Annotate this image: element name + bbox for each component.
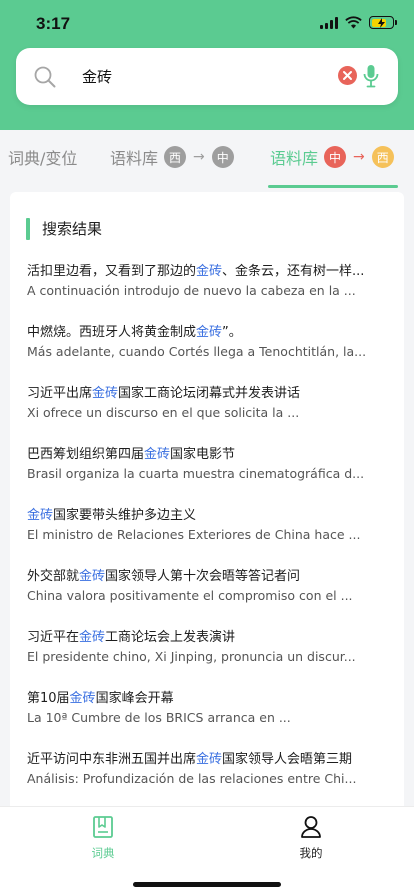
tab-dictionary-label: 词典/变位: [8, 149, 78, 168]
result-chinese: 习近平在金砖工商论坛会上发表演讲: [27, 630, 236, 645]
nav-mine[interactable]: 我的: [266, 815, 356, 861]
tab-corpus-zh-es[interactable]: 语料库 中 → 西: [270, 145, 398, 169]
result-chinese: 中燃烧。西班牙人将黄金制成金砖”。: [27, 325, 242, 340]
nav-dictionary-label: 词典: [91, 846, 115, 860]
list-item[interactable]: 第10届金砖国家峰会开幕 La 10ª Cumbre de los BRICS …: [27, 689, 383, 750]
active-tab-indicator: [268, 185, 398, 188]
tab-corpus-es-zh-label: 语料库: [110, 149, 159, 168]
tab-corpus-zh-es-label: 语料库: [270, 149, 319, 168]
cellular-signal-icon: [320, 16, 338, 29]
result-chinese: 金砖国家要带头维护多边主义: [27, 508, 197, 523]
result-spanish: La 10ª Cumbre de los BRICS arranca en ..…: [27, 710, 291, 725]
list-item[interactable]: 中燃烧。西班牙人将黄金制成金砖”。 Más adelante, cuando C…: [27, 323, 383, 384]
home-indicator: [133, 882, 281, 887]
user-icon: [301, 816, 321, 838]
result-chinese: 外交部就金砖国家领导人第十次会晤等答记者问: [27, 569, 301, 584]
nav-dictionary[interactable]: 词典: [58, 815, 148, 861]
status-bar: 3:17: [0, 0, 414, 50]
microphone-icon[interactable]: [362, 64, 380, 88]
result-chinese: 第10届金砖国家峰会开幕: [27, 691, 174, 706]
tab-bar: 词典/变位 语料库 西 → 中 语料库 中 → 西: [0, 130, 414, 187]
search-box[interactable]: 金砖: [16, 48, 398, 105]
wifi-icon: [345, 16, 362, 29]
result-chinese: 习近平出席金砖国家工商论坛闭幕式并发表讲话: [27, 386, 301, 401]
header: 3:17 金砖: [0, 0, 414, 130]
result-spanish: Xi ofrece un discurso en el que solicita…: [27, 405, 300, 420]
status-time: 3:17: [36, 14, 71, 33]
result-chinese: 活扣里边看，又看到了那边的金砖、金条云，还有树一样...: [27, 264, 365, 279]
badge-chinese: 中: [324, 146, 347, 168]
badge-chinese: 中: [211, 146, 234, 168]
list-item[interactable]: 近平访问中东非洲五国并出席金砖国家领导人会晤第三期 Análisis: Prof…: [27, 750, 383, 811]
result-spanish: Análisis: Profundización de las relacion…: [27, 771, 357, 786]
section-accent-bar: [26, 218, 30, 240]
result-spanish: Más adelante, cuando Cortés llega a Teno…: [27, 344, 367, 359]
book-icon: [93, 816, 113, 838]
list-item[interactable]: 习近平在金砖工商论坛会上发表演讲 El presidente chino, Xi…: [27, 628, 383, 689]
section-title: 搜索结果: [42, 220, 103, 238]
results-card: 搜索结果 活扣里边看，又看到了那边的金砖、金条云，还有树一样... A cont…: [10, 192, 404, 812]
search-input[interactable]: 金砖: [82, 66, 112, 87]
result-spanish: China valora positivamente el compromiso…: [27, 588, 353, 603]
result-spanish: El presidente chino, Xi Jinping, pronunc…: [27, 649, 356, 664]
result-spanish: A continuación introdujo de nuevo la cab…: [27, 283, 356, 298]
list-item[interactable]: 金砖国家要带头维护多边主义 El ministro de Relaciones …: [27, 506, 383, 567]
status-icons: [320, 16, 397, 29]
badge-spanish: 西: [164, 146, 187, 168]
list-item[interactable]: 外交部就金砖国家领导人第十次会晤等答记者问 China valora posit…: [27, 567, 383, 628]
arrow-right-icon: →: [193, 149, 205, 165]
search-icon: [34, 66, 56, 88]
clear-icon[interactable]: [338, 66, 357, 85]
list-item[interactable]: 巴西筹划组织第四届金砖国家电影节 Brasil organiza la cuar…: [27, 445, 383, 506]
list-item[interactable]: 习近平出席金砖国家工商论坛闭幕式并发表讲话 Xi ofrece un discu…: [27, 384, 383, 445]
results-list: 活扣里边看，又看到了那边的金砖、金条云，还有树一样... A continuac…: [27, 262, 383, 811]
tab-corpus-es-zh[interactable]: 语料库 西 → 中: [110, 145, 238, 169]
tab-dictionary[interactable]: 词典/变位: [8, 145, 77, 169]
result-spanish: El ministro de Relaciones Exteriores de …: [27, 527, 361, 542]
list-item[interactable]: 活扣里边看，又看到了那边的金砖、金条云，还有树一样... A continuac…: [27, 262, 383, 323]
result-chinese: 巴西筹划组织第四届金砖国家电影节: [27, 447, 236, 462]
result-spanish: Brasil organiza la cuarta muestra cinema…: [27, 466, 365, 481]
arrow-right-icon: →: [353, 149, 365, 165]
result-chinese: 近平访问中东非洲五国并出席金砖国家领导人会晤第三期: [27, 752, 353, 767]
nav-mine-label: 我的: [299, 846, 323, 860]
battery-icon: [369, 16, 397, 29]
badge-spanish: 西: [371, 146, 394, 168]
